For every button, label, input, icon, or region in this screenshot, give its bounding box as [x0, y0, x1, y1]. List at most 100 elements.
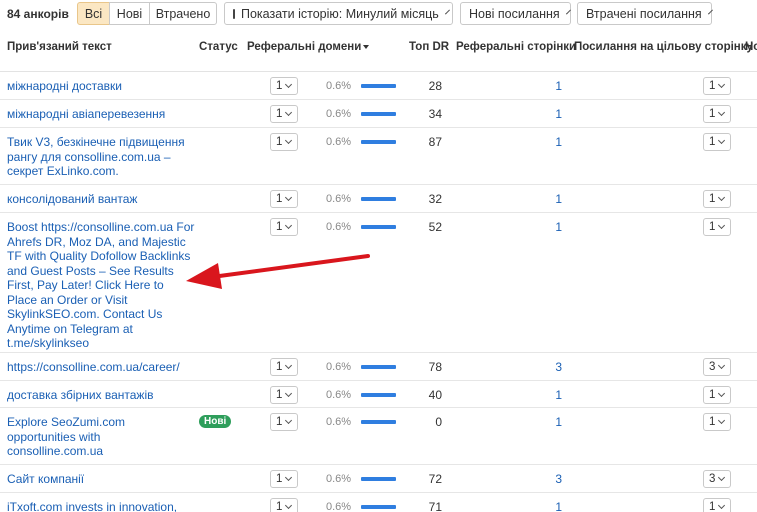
filter-all-button[interactable]: Всі [77, 2, 110, 25]
target-links-select[interactable]: 1 [703, 413, 731, 431]
anchor-link[interactable]: Сайт компанії [7, 472, 197, 487]
filter-new-button[interactable]: Нові [109, 2, 150, 25]
chevron-down-icon [718, 473, 726, 482]
column-top-dr[interactable]: Топ DR [409, 41, 449, 53]
target-links-select[interactable]: 1 [703, 498, 731, 512]
anchor-link[interactable]: https://consolline.com.ua/career/ [7, 360, 197, 375]
anchor-link[interactable]: доставка збірних вантажів [7, 388, 197, 403]
chevron-down-icon [285, 108, 293, 117]
target-links-value: 3 [709, 361, 716, 373]
table-row: Твик V3, безкінечне підвищення рангу для… [0, 128, 757, 185]
share-bar [361, 197, 396, 201]
chevron-down-icon [718, 361, 726, 370]
target-links-select[interactable]: 1 [703, 105, 731, 123]
target-links-select[interactable]: 3 [703, 470, 731, 488]
new-links-dropdown[interactable]: Нові посилання [460, 2, 571, 25]
target-links-value: 1 [709, 193, 716, 205]
table-header: Прив'язаний текст Статус Реферальні доме… [0, 32, 757, 72]
lost-links-dropdown[interactable]: Втрачені посилання [577, 2, 713, 25]
share-bar [361, 365, 396, 369]
share-percent: 0.6% [326, 108, 352, 120]
lost-links-label: Втрачені посилання [586, 6, 702, 21]
table-row: iTxoft.com invests in innovation, 1 0.6%… [0, 493, 757, 512]
ref-pages-link[interactable]: 3 [500, 360, 562, 374]
top-dr-value: 40 [428, 388, 442, 402]
target-links-value: 1 [709, 80, 716, 92]
share-bar [361, 84, 396, 88]
ref-domains-select[interactable]: 1 [270, 218, 298, 236]
table-row: доставка збірних вантажів 1 0.6% 40 1 1 [0, 381, 757, 408]
chevron-down-icon [707, 9, 713, 14]
new-links-label: Нові посилання [469, 6, 560, 21]
target-links-select[interactable]: 1 [703, 77, 731, 95]
chevron-down-icon [718, 80, 726, 89]
chevron-down-icon [718, 136, 726, 145]
ref-domains-select[interactable]: 1 [270, 498, 298, 512]
chevron-down-icon [285, 221, 293, 230]
ref-pages-link[interactable]: 1 [500, 79, 562, 93]
ref-domains-value: 1 [276, 389, 283, 401]
target-links-value: 3 [709, 473, 716, 485]
toolbar: 84 анкорів Всі Нові Втрачено Показати іс… [0, 0, 757, 28]
ref-domains-select[interactable]: 1 [270, 470, 298, 488]
anchor-link[interactable]: Твик V3, безкінечне підвищення рангу для… [7, 135, 197, 179]
share-percent: 0.6% [326, 136, 352, 148]
ref-domains-select[interactable]: 1 [270, 133, 298, 151]
chevron-down-icon [718, 221, 726, 230]
ref-pages-link[interactable]: 1 [500, 192, 562, 206]
target-links-select[interactable]: 1 [703, 386, 731, 404]
column-ref-domains[interactable]: Реферальні домени [247, 41, 370, 53]
target-links-select[interactable]: 1 [703, 218, 731, 236]
ref-domains-select[interactable]: 1 [270, 413, 298, 431]
ref-domains-value: 1 [276, 80, 283, 92]
chevron-down-icon [718, 501, 726, 510]
ref-domains-select[interactable]: 1 [270, 105, 298, 123]
table-row: Explore SeoZumi.com opportunities with c… [0, 408, 757, 465]
target-links-select[interactable]: 1 [703, 190, 731, 208]
top-dr-value: 71 [428, 500, 442, 512]
target-links-select[interactable]: 1 [703, 133, 731, 151]
ref-domains-value: 1 [276, 416, 283, 428]
ref-domains-value: 1 [276, 501, 283, 512]
column-target-links[interactable]: Посилання на цільову сторінку [574, 41, 753, 53]
chevron-down-icon [285, 361, 293, 370]
anchor-link[interactable]: міжнародні авіаперевезення [7, 107, 197, 122]
calendar-icon [233, 8, 235, 19]
column-status[interactable]: Статус [199, 41, 238, 53]
top-dr-value: 28 [428, 79, 442, 93]
share-bar [361, 140, 396, 144]
ref-pages-link[interactable]: 3 [500, 472, 562, 486]
anchor-link[interactable]: Boost https://consolline.com.ua For Ahre… [7, 220, 197, 351]
top-dr-value: 0 [435, 415, 442, 429]
ref-pages-link[interactable]: 1 [500, 107, 562, 121]
column-anchor-text[interactable]: Прив'язаний текст [7, 41, 112, 53]
column-ref-pages[interactable]: Реферальні сторінки [456, 41, 576, 53]
anchor-link[interactable]: iTxoft.com invests in innovation, [7, 500, 197, 512]
ref-domains-select[interactable]: 1 [270, 358, 298, 376]
ref-pages-link[interactable]: 1 [500, 388, 562, 402]
ref-domains-select[interactable]: 1 [270, 77, 298, 95]
table-row: міжнародні авіаперевезення 1 0.6% 34 1 1 [0, 100, 757, 128]
column-extra[interactable]: Но [745, 41, 757, 53]
table-row: міжнародні доставки 1 0.6% 28 1 1 [0, 72, 757, 100]
chevron-down-icon [718, 416, 726, 425]
anchor-link[interactable]: міжнародні доставки [7, 79, 197, 94]
chevron-down-icon [285, 193, 293, 202]
share-bar [361, 225, 396, 229]
target-links-value: 1 [709, 501, 716, 512]
filter-lost-button[interactable]: Втрачено [149, 2, 217, 25]
ref-pages-link[interactable]: 1 [500, 135, 562, 149]
ref-pages-link[interactable]: 1 [500, 220, 562, 234]
ref-pages-link[interactable]: 1 [500, 500, 562, 512]
share-bar [361, 477, 396, 481]
anchor-link[interactable]: консолідований вантаж [7, 192, 197, 207]
ref-domains-value: 1 [276, 108, 283, 120]
ref-domains-select[interactable]: 1 [270, 190, 298, 208]
ref-domains-select[interactable]: 1 [270, 386, 298, 404]
share-percent: 0.6% [326, 416, 352, 428]
history-dropdown[interactable]: Показати історію: Минулий місяць [224, 2, 453, 25]
target-links-select[interactable]: 3 [703, 358, 731, 376]
anchor-link[interactable]: Explore SeoZumi.com opportunities with c… [7, 415, 197, 459]
history-label: Показати історію: Минулий місяць [241, 6, 439, 21]
ref-pages-link[interactable]: 1 [500, 415, 562, 429]
